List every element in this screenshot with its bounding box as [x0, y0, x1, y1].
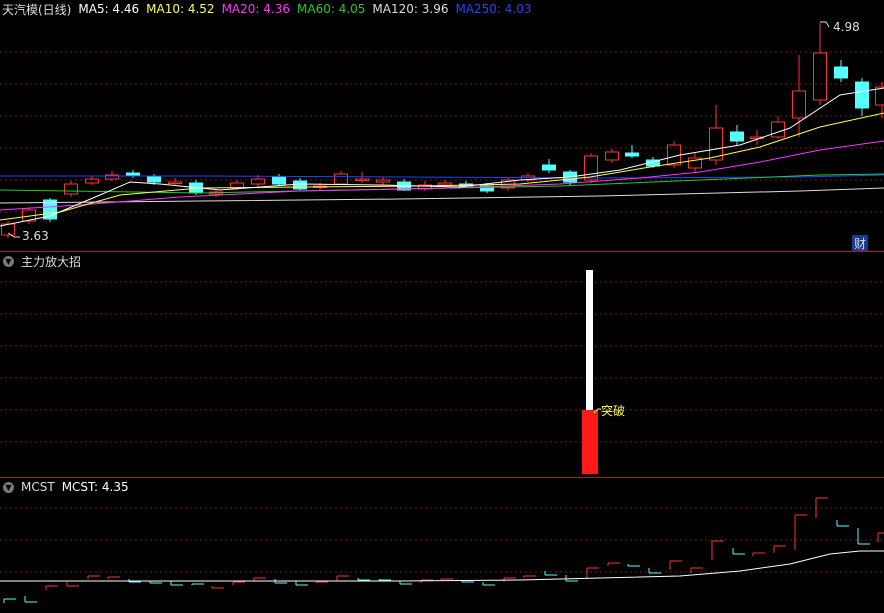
candle-down: [625, 152, 639, 157]
candle-up: [813, 52, 827, 101]
main-chart-header: 天汽模(日线) MA5: 4.46 MA10: 4.52 MA20: 4.36 …: [0, 0, 539, 18]
ma60-label: MA60: 4.05: [297, 2, 366, 16]
candlestick-chart[interactable]: [0, 0, 884, 251]
indicator-chart[interactable]: [0, 252, 884, 477]
indicator-header: ▼ 主力放大招: [0, 252, 88, 270]
main-chart-title: 天汽模(日线): [2, 2, 72, 17]
mcst-panel[interactable]: ▼ MCST MCST: 4.35: [0, 478, 884, 613]
candle-down: [730, 131, 744, 142]
candle-up: [251, 178, 265, 185]
ma5-line: [0, 87, 884, 227]
chevron-down-icon[interactable]: ▼: [3, 255, 14, 267]
indicator-panel[interactable]: ▼ 主力放大招 突破: [0, 252, 884, 477]
finance-badge[interactable]: 财: [852, 235, 869, 251]
candle-up: [334, 173, 348, 185]
candle-up: [64, 183, 78, 195]
candle-down: [293, 180, 307, 190]
ma20-label: MA20: 4.36: [221, 2, 290, 16]
ma120-label: MA120: 3.96: [372, 2, 449, 16]
signal-bar-white: [586, 270, 593, 410]
candle-down: [272, 176, 286, 185]
breakout-signal-label: 突破: [601, 404, 626, 418]
ma10-label: MA10: 4.52: [146, 2, 215, 16]
candle-up: [792, 90, 806, 119]
low-price-marker: 3.63: [22, 229, 49, 243]
indicator-title: 主力放大招: [21, 254, 82, 269]
candle-down: [855, 81, 869, 109]
ma250-label: MA250: 4.03: [455, 2, 532, 16]
ma10-line: [0, 112, 884, 221]
candle-down: [834, 66, 848, 79]
high-price-marker: 4.98: [833, 20, 860, 34]
candle-up: [376, 179, 390, 183]
signal-bar-red: [582, 410, 598, 474]
candle-up: [875, 86, 884, 106]
main-chart-panel[interactable]: 天汽模(日线) MA5: 4.46 MA10: 4.52 MA20: 4.36 …: [0, 0, 884, 251]
candle-up: [438, 182, 452, 186]
candle-up: [771, 121, 785, 138]
ma5-label: MA5: 4.46: [78, 2, 140, 16]
mcst-value: MCST: 4.35: [61, 480, 129, 494]
candle-up: [168, 181, 182, 184]
high-pointer: [820, 21, 830, 28]
mcst-header: ▼ MCST MCST: 4.35: [0, 478, 136, 496]
chevron-down-icon[interactable]: ▼: [3, 481, 14, 493]
candle-down: [542, 164, 556, 171]
mcst-name: MCST: [21, 480, 55, 494]
mcst-line: [0, 550, 884, 582]
candle-up: [605, 151, 619, 161]
mcst-chart[interactable]: [0, 478, 884, 613]
candle-down: [147, 176, 161, 183]
